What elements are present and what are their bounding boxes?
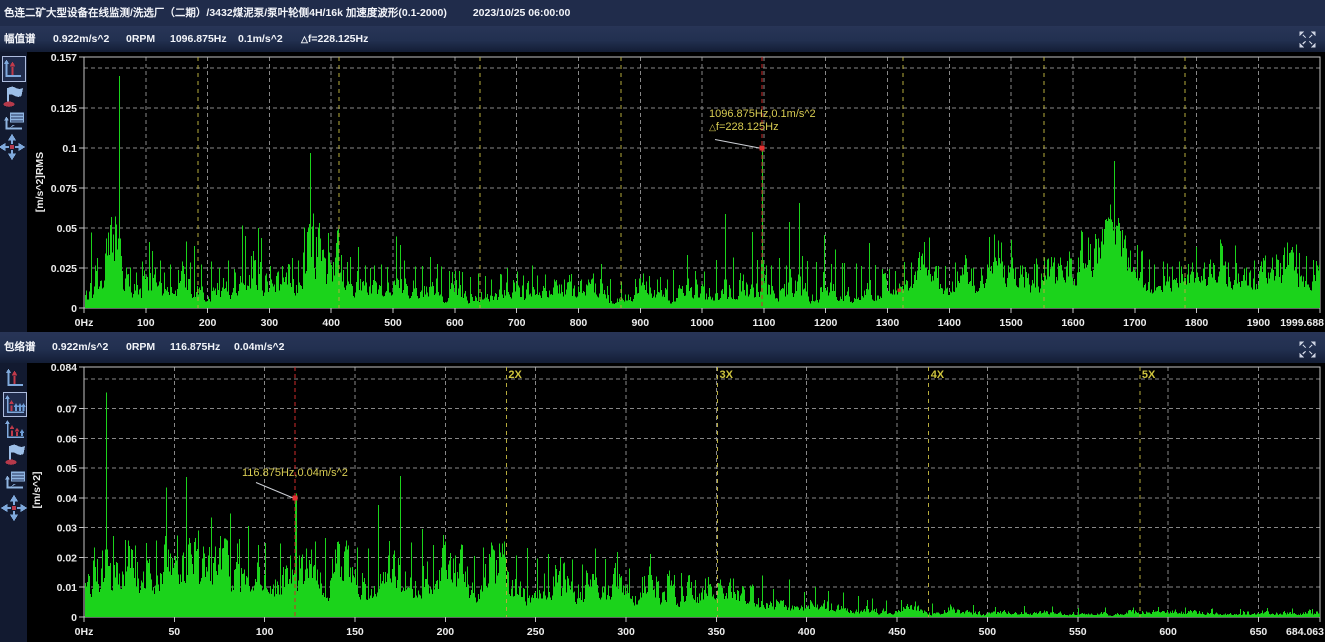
svg-text:1700: 1700	[1123, 317, 1147, 329]
svg-text:4X: 4X	[931, 369, 945, 381]
svg-text:1500: 1500	[999, 317, 1023, 329]
svg-text:0.01: 0.01	[57, 582, 78, 594]
svg-text:0Hz: 0Hz	[75, 317, 94, 329]
svg-text:0.084: 0.084	[51, 362, 77, 374]
svg-text:0.125: 0.125	[51, 103, 77, 115]
svg-text:1800: 1800	[1185, 317, 1209, 329]
svg-text:0.07: 0.07	[57, 404, 78, 416]
svg-text:5X: 5X	[1142, 369, 1156, 381]
svg-text:0.157: 0.157	[51, 52, 77, 64]
svg-text:684.063: 684.063	[1286, 626, 1324, 638]
svg-text:2X: 2X	[508, 369, 522, 381]
svg-text:1400: 1400	[938, 317, 962, 329]
svg-text:550: 550	[1069, 626, 1087, 638]
svg-text:△f=228.125Hz: △f=228.125Hz	[709, 121, 779, 133]
svg-text:450: 450	[888, 626, 906, 638]
svg-text:300: 300	[261, 317, 279, 329]
svg-text:400: 400	[322, 317, 340, 329]
svg-text:50: 50	[168, 626, 180, 638]
svg-text:300: 300	[617, 626, 635, 638]
svg-text:1096.875Hz,0.1m/s^2: 1096.875Hz,0.1m/s^2	[709, 108, 816, 120]
svg-text:0.06: 0.06	[57, 433, 78, 445]
svg-text:0.025: 0.025	[51, 263, 77, 275]
svg-text:200: 200	[199, 317, 217, 329]
svg-text:900: 900	[632, 317, 650, 329]
svg-text:0.05: 0.05	[57, 223, 78, 235]
svg-text:1200: 1200	[814, 317, 838, 329]
svg-text:1600: 1600	[1061, 317, 1085, 329]
svg-text:1100: 1100	[753, 317, 776, 329]
svg-text:400: 400	[798, 626, 816, 638]
svg-text:600: 600	[1159, 626, 1177, 638]
svg-text:0.075: 0.075	[51, 183, 77, 195]
svg-text:[m/s^2]RMS: [m/s^2]RMS	[34, 152, 46, 212]
svg-text:1000: 1000	[690, 317, 714, 329]
svg-text:1300: 1300	[876, 317, 900, 329]
svg-text:800: 800	[570, 317, 588, 329]
svg-text:0: 0	[71, 303, 77, 315]
svg-text:3X: 3X	[720, 369, 734, 381]
svg-text:700: 700	[508, 317, 526, 329]
svg-text:0: 0	[71, 612, 77, 624]
svg-text:0.02: 0.02	[57, 553, 78, 565]
svg-text:0.04: 0.04	[57, 493, 78, 505]
svg-text:1999.688: 1999.688	[1280, 317, 1324, 329]
svg-text:1900: 1900	[1247, 317, 1271, 329]
svg-text:650: 650	[1250, 626, 1268, 638]
svg-text:0.03: 0.03	[57, 523, 78, 535]
svg-text:150: 150	[346, 626, 364, 638]
svg-text:500: 500	[979, 626, 997, 638]
svg-text:350: 350	[708, 626, 726, 638]
svg-text:116.875Hz,0.04m/s^2: 116.875Hz,0.04m/s^2	[242, 467, 348, 479]
svg-text:0Hz: 0Hz	[75, 626, 94, 638]
svg-text:100: 100	[256, 626, 274, 638]
svg-text:100: 100	[137, 317, 155, 329]
svg-text:600: 600	[446, 317, 464, 329]
svg-text:250: 250	[527, 626, 545, 638]
svg-text:0.1: 0.1	[62, 143, 77, 155]
svg-text:500: 500	[384, 317, 402, 329]
svg-text:0.05: 0.05	[57, 463, 78, 475]
svg-text:200: 200	[437, 626, 455, 638]
svg-text:[m/s^2]: [m/s^2]	[31, 471, 43, 508]
